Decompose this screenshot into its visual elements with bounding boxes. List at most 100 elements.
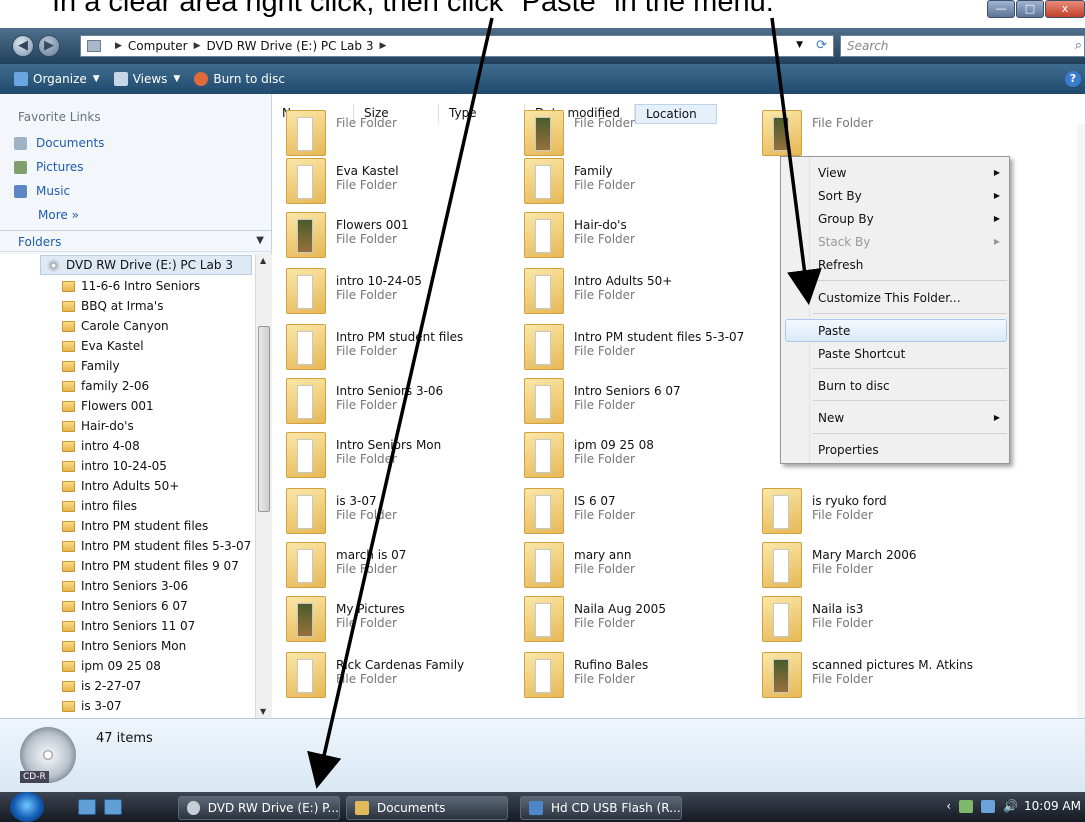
tree-item[interactable]: Intro Seniors 6 07 — [62, 596, 188, 616]
clock[interactable]: 10:09 AM — [1024, 799, 1081, 813]
start-button[interactable] — [10, 792, 44, 822]
help-icon[interactable]: ? — [1065, 71, 1081, 87]
breadcrumb-drive[interactable]: DVD RW Drive (E:) PC Lab 3 — [207, 39, 374, 53]
folder-item[interactable]: IS 6 07 File Folder — [524, 488, 760, 538]
menu-item-sort-by[interactable]: Sort By ▶ — [818, 185, 1008, 207]
search-icon[interactable]: ⌕ — [1075, 38, 1082, 53]
menu-item-properties[interactable]: Properties — [818, 439, 1008, 461]
tree-item[interactable]: BBQ at Irma's — [62, 296, 163, 316]
tray-expand-icon[interactable]: ‹ — [946, 799, 951, 813]
tree-item[interactable]: Intro Seniors 3-06 — [62, 576, 188, 596]
favorite-pictures[interactable]: Pictures — [14, 160, 84, 174]
views-button[interactable]: Views ▼ — [113, 72, 180, 86]
tree-item[interactable]: intro 4-08 — [62, 436, 140, 456]
folder-item[interactable]: Mary March 2006 File Folder — [762, 542, 998, 592]
tree-item[interactable]: Intro PM student files 9 07 — [62, 556, 239, 576]
folder-item[interactable]: Naila is3 File Folder — [762, 596, 998, 646]
folder-item[interactable]: Hair-do's File Folder — [524, 212, 760, 262]
maximize-button[interactable]: □ — [1016, 0, 1044, 18]
close-button[interactable]: x — [1045, 0, 1085, 18]
folder-item[interactable]: intro 10-24-05 File Folder — [286, 268, 522, 318]
tree-item[interactable]: Family — [62, 356, 120, 376]
tree-item[interactable]: Intro PM student files 5-3-07 — [62, 536, 251, 556]
scrollbar-thumb[interactable] — [258, 326, 270, 512]
tree-item[interactable]: Intro Seniors 11 07 — [62, 616, 195, 636]
folder-item[interactable]: File Folder — [286, 110, 522, 160]
content-scrollbar[interactable] — [1077, 124, 1085, 718]
scroll-up-icon[interactable]: ▲ — [260, 256, 266, 265]
more-link[interactable]: More » — [38, 208, 79, 222]
folder-item[interactable]: Intro Adults 50+ File Folder — [524, 268, 760, 318]
back-button[interactable]: ◀ — [12, 35, 34, 57]
network-status-icon[interactable] — [959, 799, 974, 813]
tree-item[interactable]: family 2-06 — [62, 376, 149, 396]
menu-item-group-by[interactable]: Group By ▶ — [818, 208, 1008, 230]
switch-windows-icon[interactable] — [104, 799, 122, 815]
folder-item[interactable]: is ryuko ford File Folder — [762, 488, 998, 538]
menu-item-view[interactable]: View ▶ — [818, 162, 1008, 184]
address-field[interactable]: ▶ Computer ▶ DVD RW Drive (E:) PC Lab 3 … — [80, 35, 834, 57]
folder-item[interactable]: File Folder — [762, 110, 998, 160]
folder-item[interactable]: Rick Cardenas Family File Folder — [286, 652, 522, 702]
network-icon[interactable] — [981, 799, 996, 813]
folder-item[interactable]: Eva Kastel File Folder — [286, 158, 522, 208]
refresh-icon[interactable]: ⟳ — [816, 38, 827, 53]
folder-item[interactable]: Intro Seniors 6 07 File Folder — [524, 378, 760, 428]
breadcrumb-computer[interactable]: Computer — [128, 39, 188, 53]
menu-item-paste[interactable]: Paste — [818, 320, 1008, 342]
search-input[interactable]: Search ⌕ — [840, 35, 1085, 57]
folder-item[interactable]: march is 07 File Folder — [286, 542, 522, 592]
folder-icon — [62, 460, 75, 472]
tree-item[interactable]: is 2-27-07 — [62, 676, 141, 696]
show-desktop-icon[interactable] — [78, 799, 96, 815]
menu-item-new[interactable]: New ▶ — [818, 407, 1008, 429]
tree-item[interactable]: Eva Kastel — [62, 336, 144, 356]
tree-scrollbar[interactable]: ▲ ▼ — [255, 254, 272, 718]
forward-button[interactable]: ▶ — [38, 35, 60, 57]
folder-item[interactable]: Intro PM student files 5-3-07 File Folder — [524, 324, 760, 374]
tree-item[interactable]: is 3-07 — [62, 696, 122, 716]
folder-item[interactable]: Intro Seniors 3-06 File Folder — [286, 378, 522, 428]
folder-item[interactable]: is 3-07 File Folder — [286, 488, 522, 538]
minimize-button[interactable]: — — [987, 0, 1015, 18]
folder-item[interactable]: Rufino Bales File Folder — [524, 652, 760, 702]
menu-item-burn-to-disc[interactable]: Burn to disc — [818, 375, 1008, 397]
folder-item[interactable]: Naila Aug 2005 File Folder — [524, 596, 760, 646]
taskbar-item-documents[interactable]: Documents — [346, 796, 508, 820]
tree-item[interactable]: ipm 09 25 08 — [62, 656, 161, 676]
taskbar-item-word-doc[interactable]: Hd CD USB Flash (R... — [520, 796, 682, 820]
folder-icon — [62, 440, 75, 452]
tree-item[interactable]: Flowers 001 — [62, 396, 154, 416]
tree-root-drive[interactable]: DVD RW Drive (E:) PC Lab 3 — [40, 255, 252, 275]
folder-item[interactable]: mary ann File Folder — [524, 542, 760, 592]
menu-item-customize[interactable]: Customize This Folder... — [818, 287, 1008, 309]
burn-to-disc-button[interactable]: Burn to disc — [194, 72, 285, 86]
taskbar-item-dvd-drive[interactable]: DVD RW Drive (E:) P... — [178, 796, 340, 820]
tree-item[interactable]: Intro Seniors Mon — [62, 636, 186, 656]
folder-item[interactable]: Intro Seniors Mon File Folder — [286, 432, 522, 482]
menu-item-paste-shortcut[interactable]: Paste Shortcut — [818, 343, 1008, 365]
folder-name: Naila is3 — [812, 602, 864, 616]
scroll-down-icon[interactable]: ▼ — [260, 707, 266, 716]
tree-item[interactable]: Intro Adults 50+ — [62, 476, 179, 496]
tree-item[interactable]: Hair-do's — [62, 416, 134, 436]
favorite-music[interactable]: Music — [14, 184, 70, 198]
folder-item[interactable]: Family File Folder — [524, 158, 760, 208]
folder-item[interactable]: My Pictures File Folder — [286, 596, 522, 646]
folder-item[interactable]: Intro PM student files File Folder — [286, 324, 522, 374]
folder-item[interactable]: Flowers 001 File Folder — [286, 212, 522, 262]
favorite-documents[interactable]: Documents — [14, 136, 104, 150]
folder-item[interactable]: ipm 09 25 08 File Folder — [524, 432, 760, 482]
chevron-down-icon[interactable]: ▼ — [796, 40, 803, 50]
folders-header[interactable]: Folders ▼ — [0, 230, 272, 252]
tree-item[interactable]: intro 10-24-05 — [62, 456, 167, 476]
organize-button[interactable]: Organize ▼ — [14, 72, 100, 86]
tree-item[interactable]: Intro PM student files — [62, 516, 208, 536]
folder-item[interactable]: File Folder — [524, 110, 760, 160]
folder-item[interactable]: scanned pictures M. Atkins File Folder — [762, 652, 998, 702]
tree-item[interactable]: intro files — [62, 496, 137, 516]
menu-item-refresh[interactable]: Refresh — [818, 254, 1008, 276]
volume-icon[interactable]: 🔊 — [1003, 799, 1018, 813]
tree-item[interactable]: 11-6-6 Intro Seniors — [62, 276, 200, 296]
tree-item[interactable]: Carole Canyon — [62, 316, 169, 336]
